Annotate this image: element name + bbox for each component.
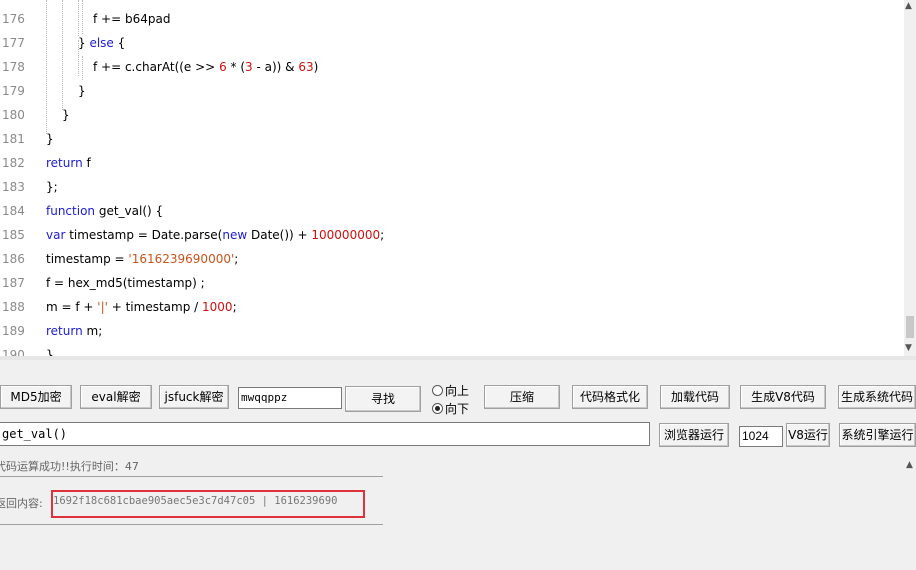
- system-engine-run-button[interactable]: 系统引擎运行: [839, 423, 916, 447]
- line-number: 181: [2, 132, 25, 146]
- code-text: } else {: [78, 36, 126, 50]
- line-number: 189: [2, 324, 25, 338]
- code-line[interactable]: 184 function get_val() {: [0, 199, 904, 223]
- line-number: 185: [2, 228, 25, 242]
- indent-guide: [78, 40, 79, 76]
- generate-v8-code-button[interactable]: 生成V8代码: [740, 385, 826, 409]
- scrollbar-thumb[interactable]: [906, 316, 914, 338]
- radio-circle-selected-icon: [432, 403, 443, 414]
- line-number: 179: [2, 84, 25, 98]
- divider: [0, 524, 383, 525]
- find-button[interactable]: 寻找: [345, 386, 421, 412]
- line-number: 186: [2, 252, 25, 266]
- indent-guide: [78, 0, 79, 36]
- line-number: 177: [2, 36, 25, 50]
- code-line[interactable]: 187 f = hex_md5(timestamp) ;: [0, 271, 904, 295]
- code-text: return f: [46, 156, 91, 170]
- line-number: 178: [2, 60, 25, 74]
- code-text: }: [46, 348, 54, 356]
- code-line[interactable]: 186 timestamp = '1616239690000';: [0, 247, 904, 271]
- code-text: timestamp = '1616239690000';: [46, 252, 239, 266]
- code-text: }: [62, 108, 70, 122]
- load-code-button[interactable]: 加载代码: [660, 385, 730, 409]
- code-editor[interactable]: 176 f += b64pad 177 } else { 178 f += c.charA…: [0, 0, 904, 356]
- line-number: 190: [2, 348, 25, 356]
- output-scrollbar[interactable]: ▲: [904, 460, 916, 570]
- number-input[interactable]: 1024: [739, 426, 783, 447]
- indent-guide: [82, 56, 83, 80]
- code-line[interactable]: 189 return m;: [0, 319, 904, 343]
- eval-decrypt-button[interactable]: eval解密: [80, 385, 152, 409]
- code-text: function get_val() {: [46, 204, 164, 218]
- call-expression-input[interactable]: get_val(): [0, 422, 650, 446]
- generate-system-code-button[interactable]: 生成系统代码: [838, 385, 916, 409]
- scroll-up-arrow-icon[interactable]: ▲: [905, 1, 912, 11]
- code-line[interactable]: 178 f += c.charAt((e >> 6 * (3 - a)) & 63…: [0, 55, 904, 79]
- code-line[interactable]: 180}: [0, 103, 904, 127]
- code-text: return m;: [46, 324, 103, 338]
- jsfuck-decrypt-button[interactable]: jsfuck解密: [159, 385, 229, 409]
- browser-run-button[interactable]: 浏览器运行: [659, 423, 729, 447]
- execution-status-text: 代码运算成功!!执行时间：47: [0, 460, 139, 473]
- line-number: 176: [2, 12, 25, 26]
- return-label: 返回内容:: [0, 497, 43, 510]
- indent-guide: [46, 0, 47, 134]
- line-number: 184: [2, 204, 25, 218]
- code-line[interactable]: 179}: [0, 79, 904, 103]
- format-code-button[interactable]: 代码格式化: [572, 385, 648, 409]
- code-text: f += b64pad: [93, 12, 171, 26]
- code-line[interactable]: 185 var timestamp = Date.parse(new Date()…: [0, 223, 904, 247]
- divider: [0, 476, 383, 477]
- search-input[interactable]: mwqqppz: [238, 387, 342, 409]
- code-line[interactable]: 190}: [0, 343, 904, 356]
- code-text: }: [78, 84, 86, 98]
- code-text: f += c.charAt((e >> 6 * (3 - a)) & 63): [93, 60, 319, 74]
- code-line[interactable]: 181}: [0, 127, 904, 151]
- code-line[interactable]: 188 m = f + '|' + timestamp / 1000;: [0, 295, 904, 319]
- code-line[interactable]: 176 f += b64pad: [0, 7, 904, 31]
- search-up-radio[interactable]: 向上: [432, 383, 469, 399]
- md5-encrypt-button[interactable]: MD5加密: [0, 385, 72, 409]
- v8-run-button[interactable]: V8运行: [786, 423, 830, 447]
- indent-guide: [82, 0, 83, 34]
- code-line[interactable]: 183};: [0, 175, 904, 199]
- code-text: m = f + '|' + timestamp / 1000;: [46, 300, 237, 314]
- code-text: var timestamp = Date.parse(new Date()) +…: [46, 228, 385, 242]
- scroll-down-arrow-icon[interactable]: ▼: [905, 343, 912, 353]
- radio-circle-icon: [432, 385, 443, 396]
- result-highlight-box: [51, 490, 365, 518]
- radio-up-label: 向上: [445, 384, 470, 398]
- code-text: f = hex_md5(timestamp) ;: [46, 276, 205, 290]
- indent-guide: [62, 0, 63, 110]
- radio-down-label: 向下: [445, 402, 470, 416]
- search-down-radio[interactable]: 向下: [432, 401, 469, 417]
- line-number: 183: [2, 180, 25, 194]
- code-text: }: [46, 132, 54, 146]
- line-number: 180: [2, 108, 25, 122]
- editor-horizontal-scrollbar[interactable]: [0, 356, 916, 360]
- line-number: 187: [2, 276, 25, 290]
- line-number: 182: [2, 156, 25, 170]
- code-text: };: [46, 180, 58, 194]
- editor-vertical-scrollbar[interactable]: ▲ ▼: [904, 0, 916, 356]
- line-number: 188: [2, 300, 25, 314]
- scroll-up-arrow-icon[interactable]: ▲: [906, 460, 913, 470]
- code-line[interactable]: 182 return f: [0, 151, 904, 175]
- code-line[interactable]: 177 } else {: [0, 31, 904, 55]
- compress-button[interactable]: 压缩: [484, 385, 560, 409]
